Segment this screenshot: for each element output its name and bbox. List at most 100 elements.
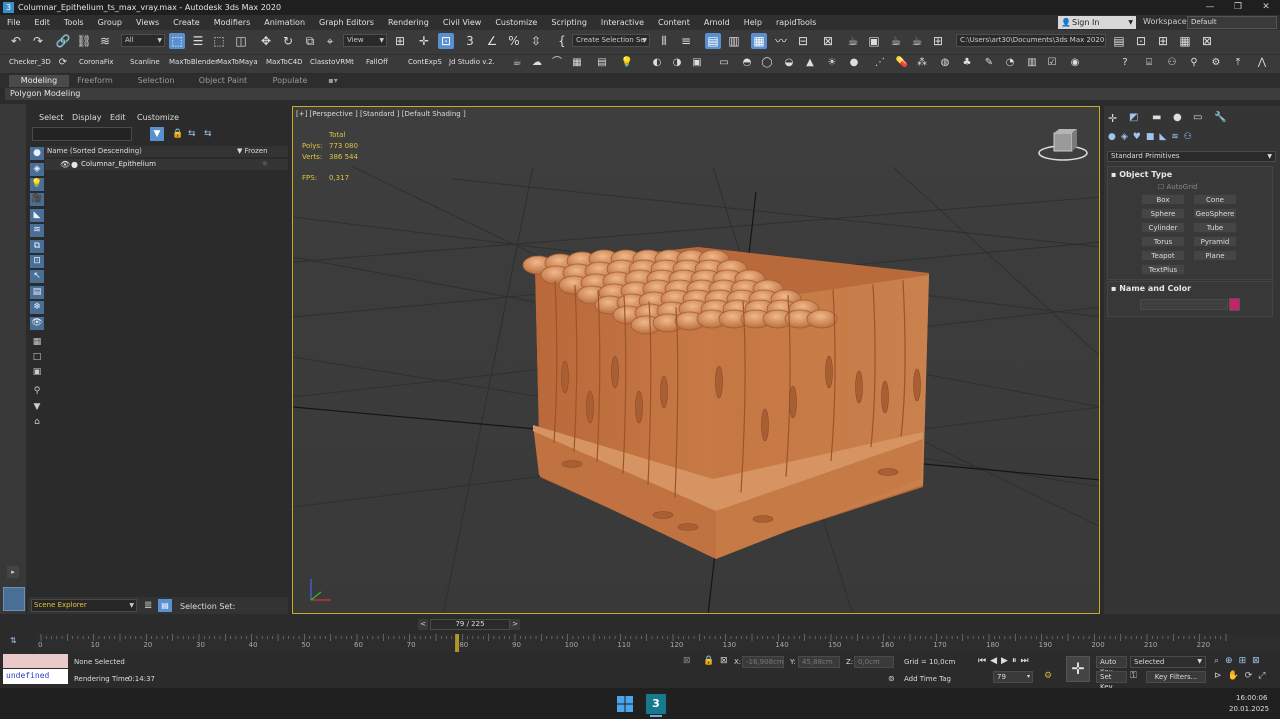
scene-menu-select[interactable]: Select (39, 113, 64, 122)
z-coordinate-field[interactable]: 0,0cm (854, 656, 894, 668)
menu-civil-view[interactable]: Civil View (436, 15, 489, 30)
menu-scripting[interactable]: Scripting (544, 15, 594, 30)
auto-key-button[interactable]: Auto Key (1096, 656, 1127, 676)
plugin-classtovrmt[interactable]: ClasstoVRMt (310, 58, 354, 66)
menu-modifiers[interactable]: Modifiers (207, 15, 258, 30)
expand-layouts-icon[interactable]: ▸ (7, 566, 19, 578)
selection-set-icon[interactable]: ▤ (158, 599, 172, 612)
select-manipulate-icon[interactable]: ✛ (416, 33, 432, 49)
absolute-mode-icon[interactable]: ⊠ (720, 656, 728, 666)
spinner-snap-icon[interactable]: ⇳ (528, 33, 544, 49)
find-filter-icon[interactable]: ⚲ (30, 385, 44, 398)
xref-filter-icon[interactable]: ⊡ (30, 255, 44, 268)
fx-icon[interactable]: ⌸ (1142, 56, 1156, 70)
refresh-icon[interactable]: ⟳ (56, 56, 70, 70)
named-selection-sets-dropdown[interactable]: Create Selection Se ▼ (572, 34, 650, 47)
plugin-maxtoblender[interactable]: MaxToBlender (169, 58, 218, 66)
rectangular-selection-icon[interactable]: ⬚ (211, 33, 227, 49)
invert-filter-icon[interactable]: ▣ (30, 366, 44, 379)
3dsmax-taskbar-icon[interactable]: 3 (646, 694, 666, 714)
curve-editor-icon[interactable]: 〰 (773, 33, 789, 49)
sign-in-button[interactable]: 👤 Sign In ▼ (1058, 16, 1136, 29)
sun-icon[interactable]: ☀ (825, 56, 839, 70)
scene-explorer-select[interactable]: Scene Explorer ▼ (31, 599, 137, 612)
bind-spacewarp-icon[interactable]: ≋ (97, 33, 113, 49)
geometry-filter-icon[interactable]: ● (30, 147, 44, 160)
close-button[interactable]: ✕ (1252, 0, 1280, 15)
script-icon[interactable]: ⊞ (1155, 33, 1171, 49)
menu-group[interactable]: Group (91, 15, 129, 30)
shell-icon[interactable]: ◒ (782, 56, 796, 70)
angle-snap-icon[interactable]: ∠ (484, 33, 500, 49)
time-tag-icon[interactable]: ⊚ (888, 674, 895, 683)
primitive-category-dropdown[interactable]: Standard Primitives ▼ (1107, 151, 1276, 162)
plugin-scanline[interactable]: Scanline (130, 58, 160, 66)
mirror-icon[interactable]: ⫴ (656, 33, 672, 49)
feather-icon[interactable]: ✎ (982, 56, 996, 70)
plugin-maxtomaya[interactable]: MaxToMaya (217, 58, 258, 66)
windows-start-icon[interactable] (617, 696, 633, 712)
prev-frame-arrow[interactable]: < (418, 619, 428, 630)
link-icon[interactable]: 🔗 (55, 33, 71, 49)
filter-icon[interactable]: ▼ (150, 127, 164, 141)
utilities-tab-icon[interactable]: 🔧 (1214, 112, 1226, 123)
menu-tools[interactable]: Tools (57, 15, 91, 30)
material-editor-icon[interactable]: ⊠ (820, 33, 836, 49)
edit-named-selections-icon[interactable]: { (554, 33, 570, 49)
set-key-icon[interactable]: ⚿ (1130, 671, 1137, 681)
pattern-icon[interactable]: ⋰ (873, 56, 887, 70)
project-folder-path[interactable]: C:\Users\art30\Documents\3ds Max 2020 (956, 34, 1106, 47)
lightbulb-icon[interactable]: 💡 (620, 56, 634, 70)
viewport-navigation-bottom[interactable]: ⊳✋⟳⤢ (1214, 671, 1272, 681)
light-filter-icon[interactable]: 💡 (30, 178, 44, 191)
primitive-box-button[interactable]: Box (1141, 194, 1185, 205)
gear-icon[interactable]: ⚙ (1209, 56, 1223, 70)
keyboard-shortcut-override-icon[interactable]: ⊡ (438, 33, 454, 49)
primitive-torus-button[interactable]: Torus (1141, 236, 1185, 247)
current-frame-field[interactable]: 79 ▾ (993, 671, 1033, 683)
helper-filter-icon[interactable]: ◣ (30, 209, 44, 222)
moon-icon[interactable]: ● (847, 56, 861, 70)
perspective-viewport[interactable] (292, 106, 1100, 614)
render-iterative-icon[interactable]: ☕ (909, 33, 925, 49)
autogrid-checkbox[interactable]: ☐ AutoGrid (1158, 183, 1197, 191)
funnel-icon[interactable]: ▼ (30, 401, 44, 414)
plugin-contexps[interactable]: ContExpS (408, 58, 442, 66)
nodes-icon[interactable]: ⚇ (1165, 56, 1179, 70)
rotate-icon[interactable]: ↻ (280, 33, 296, 49)
plugin-coronafix[interactable]: CoronaFix (79, 58, 114, 66)
dome-icon[interactable]: ◓ (740, 56, 754, 70)
plane-light-icon[interactable]: ▭ (717, 56, 731, 70)
cone-light-icon[interactable]: ▲ (803, 56, 817, 70)
globe-icon[interactable]: ◍ (938, 56, 952, 70)
toggle-ribbon-icon[interactable]: ▦ (751, 33, 767, 49)
scene-menu-display[interactable]: Display (72, 113, 102, 122)
workspace-select[interactable]: Default (1187, 16, 1277, 29)
layers-icon[interactable]: ⇆ (204, 129, 212, 139)
teapot-icon[interactable]: ☕ (510, 56, 524, 70)
maxscript-listener-pink[interactable] (3, 654, 68, 668)
x-coordinate-field[interactable]: -16,908cm (742, 656, 784, 668)
grid-icon[interactable]: ▦ (570, 56, 584, 70)
select-object-icon[interactable]: ⬚ (169, 33, 185, 49)
window-crossing-icon[interactable]: ◫ (233, 33, 249, 49)
extra-tool-a-icon[interactable]: ▦ (1177, 33, 1193, 49)
motion-tab-icon[interactable]: ● (1173, 112, 1182, 123)
pivot-center-icon[interactable]: ⊞ (392, 33, 408, 49)
help-icon[interactable]: ? (1118, 56, 1132, 70)
primitive-geosphere-button[interactable]: GeoSphere (1193, 208, 1237, 219)
viewport-layout-thumbnail[interactable] (3, 587, 25, 611)
menu-arnold[interactable]: Arnold (697, 15, 737, 30)
viewport-label[interactable]: [+] [Perspective ] [Standard ] [Default … (296, 110, 466, 118)
toggle-scene-explorer-icon[interactable]: ▤ (705, 33, 721, 49)
cloud-icon[interactable]: ☁ (530, 56, 544, 70)
render-setup-icon[interactable]: ☕ (845, 33, 861, 49)
ribbon-options-icon[interactable]: ▪▾ (322, 75, 344, 87)
tab-selection[interactable]: Selection (128, 75, 184, 87)
display-tab-icon[interactable]: ▭ (1193, 112, 1202, 123)
spacewarp-filter-icon[interactable]: ≋ (30, 224, 44, 237)
menu-edit[interactable]: Edit (27, 15, 57, 30)
menu-file[interactable]: File (0, 15, 27, 30)
menu-views[interactable]: Views (129, 15, 166, 30)
select-by-name-icon[interactable]: ☰ (190, 33, 206, 49)
